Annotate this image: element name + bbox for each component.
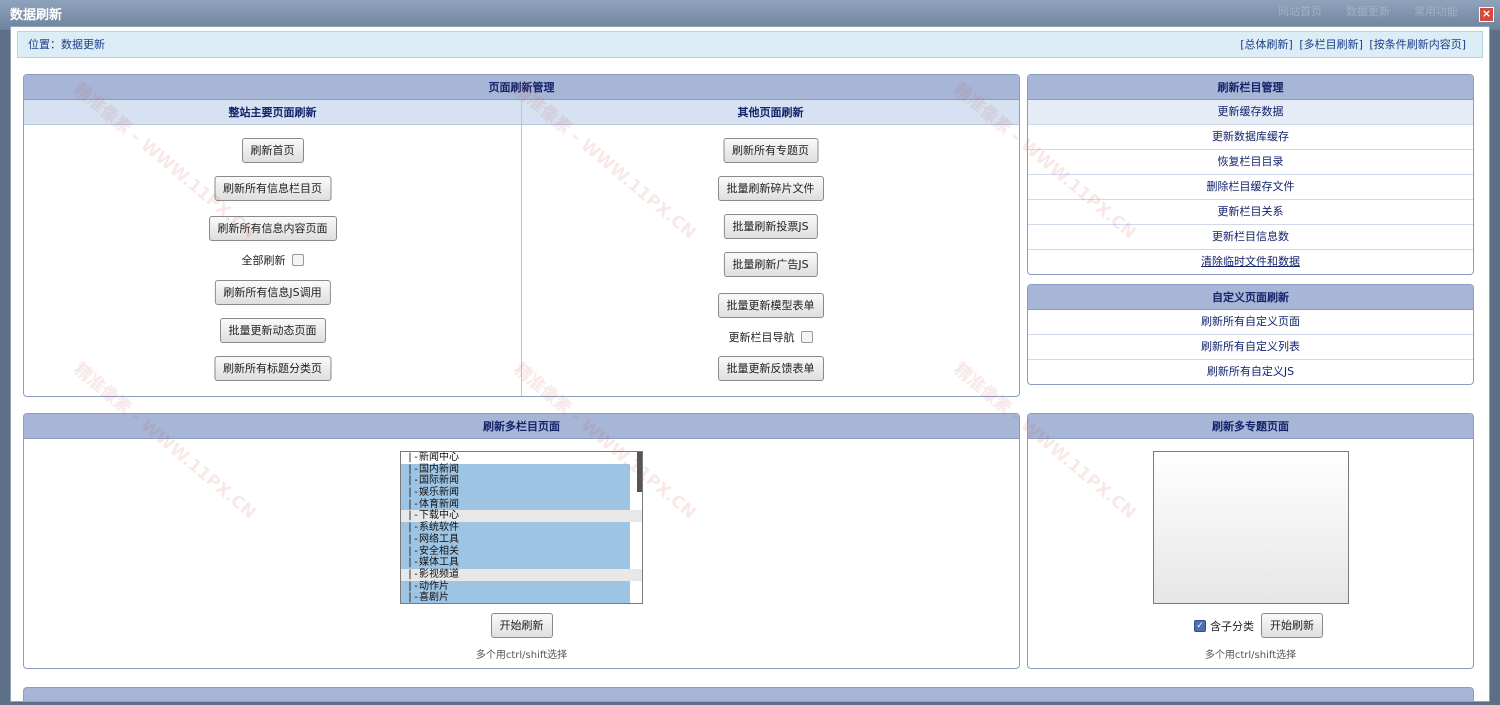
refresh-info-columns-button[interactable]: 刷新所有信息栏目页: [214, 176, 331, 201]
refresh-all-checkbox[interactable]: [291, 254, 304, 266]
refresh-all-check[interactable]: 全部刷新: [242, 252, 304, 268]
column-management-panel: 刷新栏目管理 更新缓存数据 更新数据库缓存 恢复栏目目录 删除栏目缓存文件 更新…: [1027, 74, 1474, 275]
bg-tab-common[interactable]: 常用功能: [1402, 4, 1470, 20]
list-item[interactable]: |-国际新闻: [401, 475, 630, 488]
multi-column-title: 刷新多栏目页面: [24, 414, 1019, 439]
update-cache-link[interactable]: 更新缓存数据: [1028, 100, 1473, 125]
list-item[interactable]: |-系统软件: [401, 522, 630, 534]
list-item[interactable]: |-网络工具: [401, 533, 630, 546]
link-total-refresh[interactable]: [总体刷新]: [1240, 38, 1293, 51]
column-management-list: 更新缓存数据 更新数据库缓存 恢复栏目目录 删除栏目缓存文件 更新栏目关系 更新…: [1028, 100, 1473, 274]
breadcrumb-current: 数据更新: [61, 38, 105, 51]
include-subclass-label: 含子分类: [1210, 619, 1254, 633]
topic-select-list[interactable]: [1153, 451, 1349, 604]
custom-pages-title: 自定义页面刷新: [1028, 285, 1473, 310]
refresh-home-button[interactable]: 刷新首页: [241, 138, 304, 163]
list-item[interactable]: |-影视频道: [401, 568, 642, 581]
refresh-vote-js-button[interactable]: 批量刷新投票JS: [723, 214, 818, 239]
refresh-custom-pages-link[interactable]: 刷新所有自定义页面: [1028, 310, 1473, 335]
refresh-all-label: 全部刷新: [241, 254, 286, 267]
main-pages-title: 整站主要页面刷新: [24, 100, 521, 125]
breadcrumb-location: 位置：数据更新: [28, 32, 105, 57]
custom-pages-list: 刷新所有自定义页面 刷新所有自定义列表 刷新所有自定义JS: [1028, 310, 1473, 384]
list-item[interactable]: |-体育新闻: [401, 498, 630, 511]
update-nav-label: 更新栏目导航: [728, 331, 795, 344]
update-dynamic-pages-button[interactable]: 批量更新动态页面: [219, 318, 326, 343]
refresh-custom-lists-link[interactable]: 刷新所有自定义列表: [1028, 335, 1473, 360]
refresh-custom-js-link[interactable]: 刷新所有自定义JS: [1028, 360, 1473, 384]
page-refresh-title: 页面刷新管理: [24, 75, 1019, 100]
list-item[interactable]: |-喜剧片: [401, 592, 630, 603]
list-item[interactable]: |-娱乐新闻: [401, 487, 630, 499]
breadcrumb-label: 位置：: [28, 38, 61, 51]
column-management-title: 刷新栏目管理: [1028, 75, 1473, 100]
multi-topic-panel: 刷新多专题页面 ✓ 含子分类 开始刷新 多个用ctrl/shift选择: [1027, 413, 1474, 669]
breadcrumb: 位置：数据更新 [总体刷新] [多栏目刷新] [按条件刷新内容页]: [17, 31, 1483, 58]
main-pages-column: 整站主要页面刷新 刷新首页 刷新所有信息栏目页 刷新所有信息内容页面 全部刷新 …: [24, 100, 522, 396]
refresh-fragments-button[interactable]: 批量刷新碎片文件: [717, 176, 824, 201]
multi-column-start-button[interactable]: 开始刷新: [490, 613, 553, 638]
bg-tab-update[interactable]: 数据更新: [1334, 4, 1402, 20]
list-scrollbar[interactable]: [637, 452, 642, 492]
breadcrumb-links: [总体刷新] [多栏目刷新] [按条件刷新内容页]: [1237, 32, 1466, 57]
list-item[interactable]: |-动作片: [401, 580, 630, 593]
restore-column-dir-link[interactable]: 恢复栏目目录: [1028, 150, 1473, 175]
update-nav-check[interactable]: 更新栏目导航: [729, 329, 813, 345]
clear-temp-files-link[interactable]: 清除临时文件和数据: [1028, 250, 1473, 274]
list-item[interactable]: |-下载中心: [401, 510, 642, 523]
multi-column-hint: 多个用ctrl/shift选择: [475, 650, 568, 661]
update-model-forms-button[interactable]: 批量更新模型表单: [717, 293, 824, 318]
window-title: 数据刷新: [10, 8, 63, 23]
list-item[interactable]: |-媒体工具: [401, 557, 630, 569]
page-refresh-panel: 页面刷新管理 整站主要页面刷新 刷新首页 刷新所有信息栏目页 刷新所有信息内容页…: [23, 74, 1020, 397]
list-item[interactable]: |-新闻中心: [401, 452, 642, 464]
close-icon[interactable]: ×: [1479, 7, 1494, 22]
refresh-title-class-button[interactable]: 刷新所有标题分类页: [214, 356, 331, 381]
list-item[interactable]: |-国内新闻: [401, 463, 630, 476]
bottom-panel-edge: [23, 687, 1474, 701]
include-subclass-row: ✓ 含子分类 开始刷新: [1194, 613, 1323, 638]
refresh-topics-button[interactable]: 刷新所有专题页: [723, 138, 818, 163]
multi-topic-title: 刷新多专题页面: [1028, 414, 1473, 439]
refresh-info-js-button[interactable]: 刷新所有信息JS调用: [214, 280, 331, 305]
background-tabs: 网站首页 数据更新 常用功能: [1266, 4, 1470, 20]
custom-pages-panel: 自定义页面刷新 刷新所有自定义页面 刷新所有自定义列表 刷新所有自定义JS: [1027, 284, 1474, 385]
column-select-list[interactable]: |-新闻中心 |-国内新闻 |-国际新闻 |-娱乐新闻 |-体育新闻 |-下载中…: [400, 451, 643, 604]
refresh-info-content-button[interactable]: 刷新所有信息内容页面: [208, 216, 337, 241]
update-nav-checkbox[interactable]: [800, 331, 813, 343]
bg-tab-home[interactable]: 网站首页: [1266, 4, 1334, 20]
list-item[interactable]: |-安全相关: [401, 545, 630, 558]
multi-topic-hint: 多个用ctrl/shift选择: [1204, 650, 1297, 661]
update-column-relations-link[interactable]: 更新栏目关系: [1028, 200, 1473, 225]
update-db-cache-link[interactable]: 更新数据库缓存: [1028, 125, 1473, 150]
other-pages-column: 其他页面刷新 刷新所有专题页 批量刷新碎片文件 批量刷新投票JS 批量刷新广告J…: [522, 100, 1019, 396]
link-conditional-refresh[interactable]: [按条件刷新内容页]: [1369, 38, 1466, 51]
update-column-info-count-link[interactable]: 更新栏目信息数: [1028, 225, 1473, 250]
multi-topic-start-button[interactable]: 开始刷新: [1261, 613, 1323, 638]
delete-column-cache-link[interactable]: 删除栏目缓存文件: [1028, 175, 1473, 200]
multi-column-panel: 刷新多栏目页面 |-新闻中心 |-国内新闻 |-国际新闻 |-娱乐新闻 |-体育…: [23, 413, 1020, 669]
refresh-ad-js-button[interactable]: 批量刷新广告JS: [723, 252, 818, 277]
include-subclass-checkbox[interactable]: ✓: [1194, 619, 1206, 632]
update-feedback-forms-button[interactable]: 批量更新反馈表单: [717, 356, 824, 381]
link-multi-column-refresh[interactable]: [多栏目刷新]: [1299, 38, 1363, 51]
dialog-window: 位置：数据更新 [总体刷新] [多栏目刷新] [按条件刷新内容页] 页面刷新管理…: [10, 26, 1490, 702]
other-pages-title: 其他页面刷新: [522, 100, 1019, 125]
